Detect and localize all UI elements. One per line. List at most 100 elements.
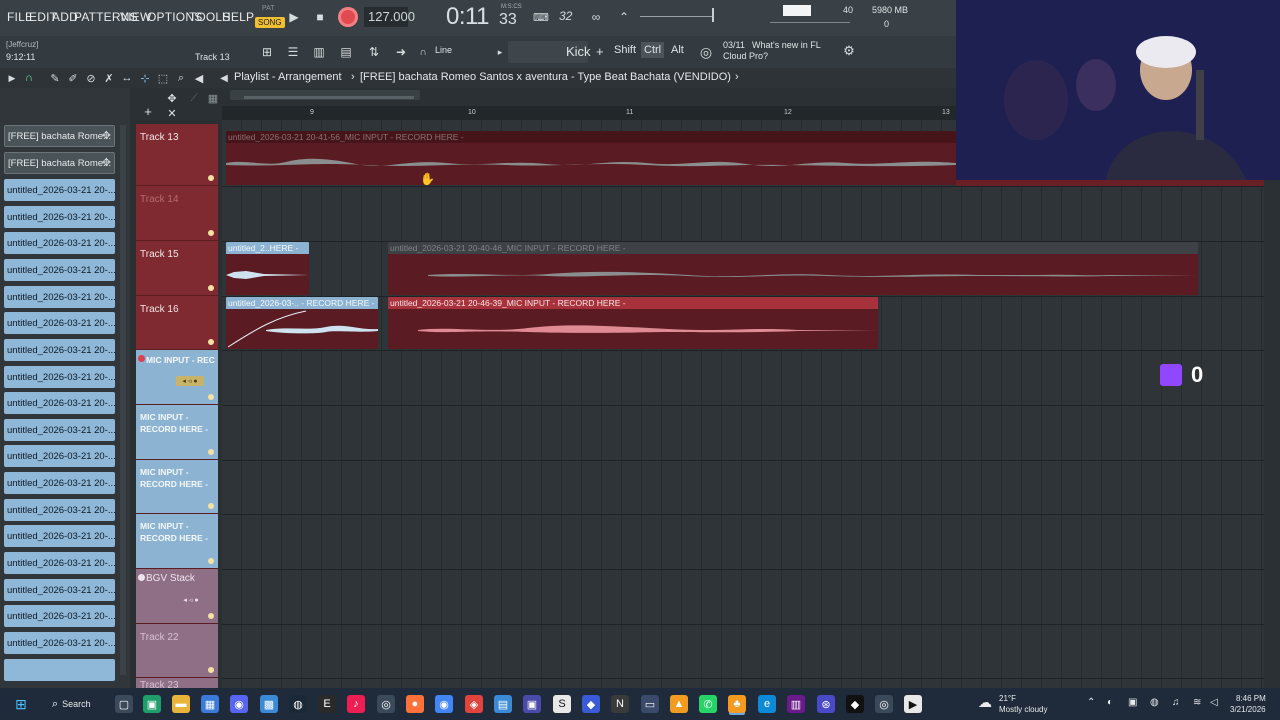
browser-item[interactable]: [4, 659, 115, 681]
slice-tool-icon[interactable]: ⊹: [138, 70, 152, 86]
add-track-icon[interactable]: +: [142, 104, 154, 119]
browser-item[interactable]: untitled_2026-03-21 20-...: [4, 472, 115, 494]
news-line-2[interactable]: Cloud Pro?: [723, 51, 768, 61]
paint-tool-icon[interactable]: ✐: [66, 70, 80, 86]
fl-studio-icon[interactable]: ♣: [728, 695, 746, 713]
track-enable-dot[interactable]: [208, 339, 214, 345]
browser-item[interactable]: untitled_2026-03-21 20-...: [4, 312, 115, 334]
playlist-vscrollbar[interactable]: [1264, 120, 1280, 688]
track-enable-dot[interactable]: [208, 175, 214, 181]
discord-icon[interactable]: ◉: [230, 695, 248, 713]
app-icon[interactable]: ▭: [641, 695, 659, 713]
arrow-right-icon[interactable]: ➜: [392, 42, 410, 62]
tiktok-icon[interactable]: ♪: [347, 695, 365, 713]
browser-item[interactable]: [FREE] bachata Rome... ✥: [4, 152, 115, 174]
metronome-icon[interactable]: ⌃: [614, 9, 634, 25]
tray-icon[interactable]: ▣: [1128, 697, 1137, 708]
weather-icon[interactable]: ☁: [978, 694, 992, 711]
browser-item[interactable]: untitled_2026-03-21 20-...: [4, 632, 115, 654]
clock-date[interactable]: 3/21/2026: [1230, 705, 1266, 714]
windows-start-icon[interactable]: ⊞: [12, 695, 30, 713]
track-enable-dot[interactable]: [208, 667, 214, 673]
app-icon[interactable]: ◎: [377, 695, 395, 713]
pat-mode-label[interactable]: PAT: [262, 5, 275, 12]
track-enable-dot[interactable]: [208, 285, 214, 291]
move-tracks-icon[interactable]: ✥: [165, 91, 179, 105]
mute-tool-icon[interactable]: ✗: [102, 70, 116, 86]
browser-item[interactable]: untitled_2026-03-21 20-...: [4, 552, 115, 574]
mixer-icon[interactable]: ▤: [337, 42, 355, 62]
chrome-icon[interactable]: ◉: [435, 695, 453, 713]
track-enable-dot[interactable]: [208, 230, 214, 236]
menu-help[interactable]: HELP: [222, 10, 254, 24]
zoom-tool-icon[interactable]: ⌕: [174, 70, 188, 86]
epic-games-icon[interactable]: E: [318, 695, 336, 713]
browser-item[interactable]: untitled_2026-03-21 20-...: [4, 259, 115, 281]
alt-key-button[interactable]: Alt: [671, 44, 684, 56]
app-icon[interactable]: ▶: [904, 695, 922, 713]
link-tracks-icon[interactable]: ⟋: [188, 91, 200, 105]
browser-item[interactable]: [FREE] bachata Rome... ✥: [4, 125, 115, 147]
track-header-mic-2[interactable]: MIC INPUT - RECORD HERE -: [136, 460, 218, 514]
app-icon[interactable]: ⊛: [817, 695, 835, 713]
draw-tool-icon[interactable]: ✎: [48, 70, 62, 86]
task-view-icon[interactable]: ▢: [115, 695, 133, 713]
shift-key-button[interactable]: Shift: [614, 44, 636, 56]
track-controls[interactable]: ◂ ◃ ●: [174, 595, 208, 605]
playlist-icon[interactable]: ⊞: [258, 42, 276, 62]
audio-clip[interactable]: untitled_2026-03-21 20-40-46_MIC INPUT -…: [388, 242, 1198, 295]
track-header-mic-3[interactable]: MIC INPUT - RECORD HERE -: [136, 514, 218, 569]
wifi-icon[interactable]: ≋: [1193, 697, 1201, 708]
audio-clip[interactable]: untitled_2026-03-21 20-41-56_MIC INPUT -…: [226, 131, 956, 185]
browser-item[interactable]: untitled_2026-03-21 20-...: [4, 605, 115, 627]
track-header-16[interactable]: Track 16: [136, 296, 218, 350]
chevron-right-icon[interactable]: ▸: [495, 45, 505, 59]
stop-button[interactable]: ■: [313, 9, 327, 25]
weather-description[interactable]: Mostly cloudy: [999, 705, 1047, 714]
track-header-15[interactable]: Track 15: [136, 241, 218, 296]
record-arm-icon[interactable]: [138, 355, 145, 362]
playlist-menu-arrow-icon[interactable]: ▶: [6, 71, 18, 85]
track-header-13[interactable]: Track 13: [136, 124, 218, 186]
move-icon[interactable]: ✥: [102, 156, 111, 169]
master-pitch-knob[interactable]: [712, 8, 714, 22]
microphone-icon[interactable]: ♫: [1172, 697, 1180, 708]
track-controls[interactable]: ◂ ◃ ●: [176, 376, 204, 386]
track-header-14[interactable]: Track 14: [136, 186, 218, 241]
track-header-bgv[interactable]: BGV Stack ◂ ◃ ●: [136, 569, 218, 624]
select-tool-icon[interactable]: ⬚: [156, 70, 170, 86]
tray-icon[interactable]: ◍: [1150, 697, 1159, 708]
chevron-up-icon[interactable]: ⌃: [1087, 697, 1095, 708]
browser-item[interactable]: untitled_2026-03-21 20-...: [4, 232, 115, 254]
firefox-icon[interactable]: ●: [406, 695, 424, 713]
move-icon[interactable]: ✥: [102, 129, 111, 142]
app-icon[interactable]: ▣: [523, 695, 541, 713]
audio-clip[interactable]: untitled_2026-03-21 20-46-39_MIC INPUT -…: [388, 297, 878, 349]
app-icon[interactable]: ▲: [670, 695, 688, 713]
tray-icon[interactable]: ◐: [1107, 697, 1113, 708]
channel-rack-icon[interactable]: ☰: [284, 42, 302, 62]
edge-icon[interactable]: e: [758, 695, 776, 713]
app-icon[interactable]: ▥: [787, 695, 805, 713]
audio-clip[interactable]: untitled_2026-03-.. - RECORD HERE -: [226, 297, 378, 349]
news-line-1[interactable]: What's new in FL: [752, 40, 821, 50]
piano-roll-icon[interactable]: ▥: [310, 42, 328, 62]
weather-temp[interactable]: 21°F: [999, 694, 1016, 703]
record-button[interactable]: [338, 7, 358, 27]
app-icon[interactable]: S: [553, 695, 571, 713]
track-enable-dot[interactable]: [208, 613, 214, 619]
playback-tool-icon[interactable]: ◀: [192, 70, 206, 86]
close-tracks-icon[interactable]: ✕: [166, 107, 178, 120]
play-button[interactable]: ▶: [287, 9, 301, 25]
app-icon[interactable]: ◎: [875, 695, 893, 713]
track-enable-dot[interactable]: [208, 558, 214, 564]
steam-icon[interactable]: ◍: [289, 695, 307, 713]
ctrl-key-button[interactable]: Ctrl: [641, 42, 665, 58]
song-mode-button[interactable]: SONG: [255, 17, 285, 28]
add-pattern-button[interactable]: +: [596, 44, 604, 59]
browser-item[interactable]: untitled_2026-03-21 20-...: [4, 419, 115, 441]
taskbar-search[interactable]: ⌕ Search: [46, 694, 108, 714]
plugin-icon[interactable]: ⇅: [365, 42, 383, 62]
track-enable-dot[interactable]: [208, 394, 214, 400]
record-arm-icon[interactable]: [138, 574, 145, 581]
